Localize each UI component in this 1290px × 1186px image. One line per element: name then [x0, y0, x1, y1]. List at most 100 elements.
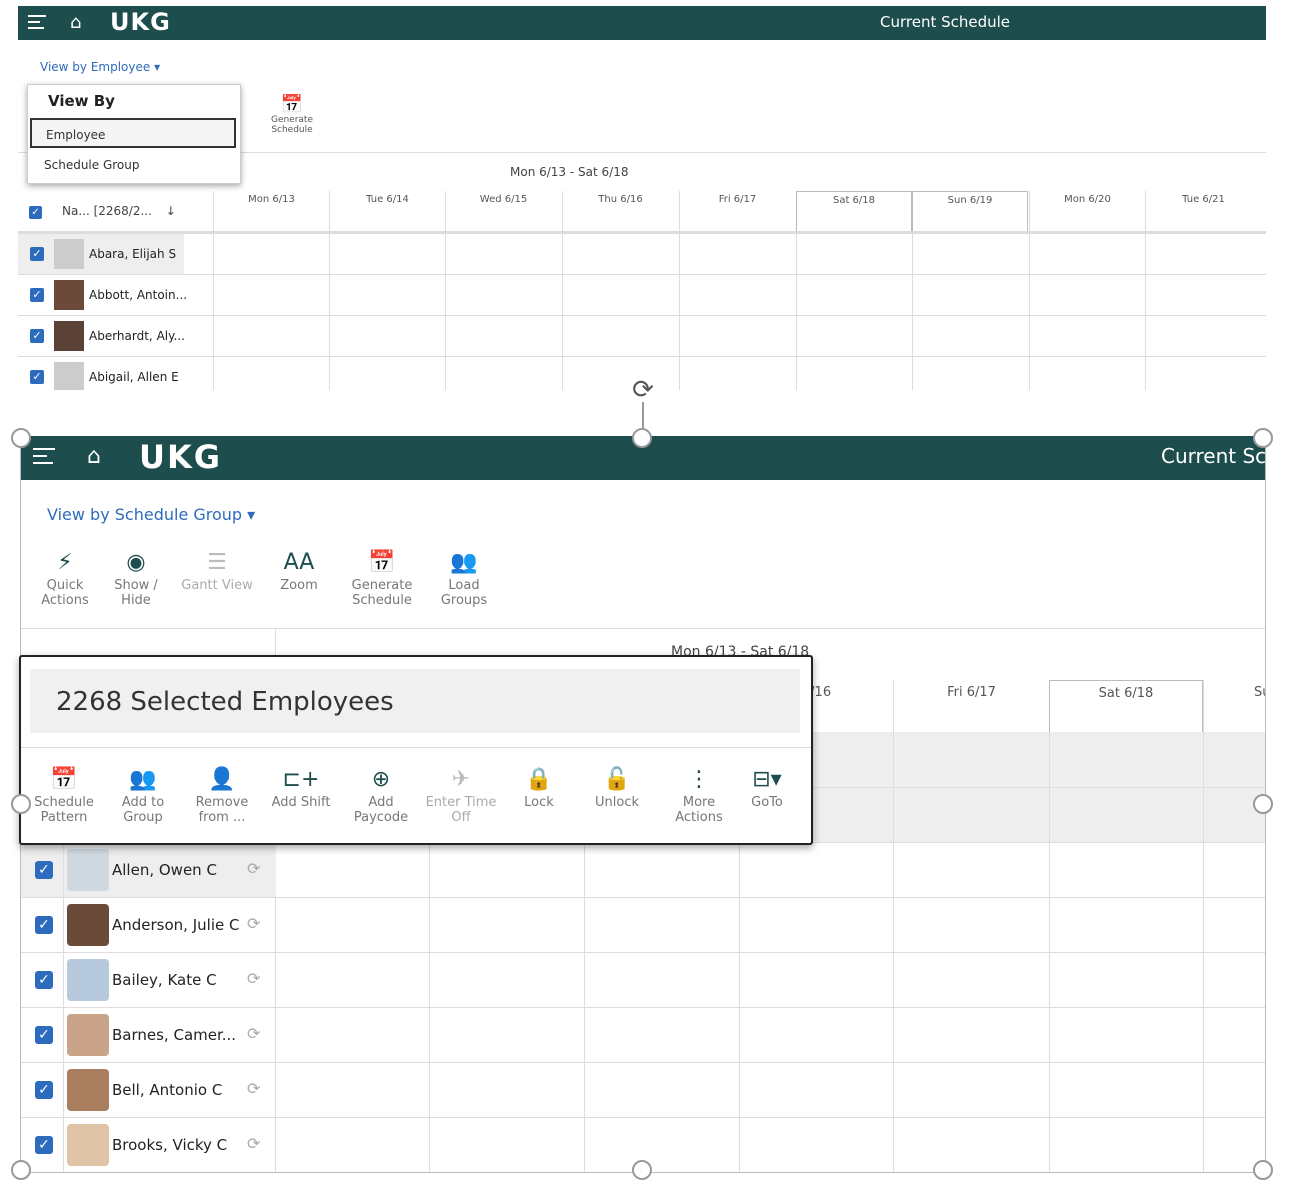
dropdown-option-schedule-group[interactable]: Schedule Group	[30, 150, 236, 180]
employee-name[interactable]: Abigail, Allen E	[89, 370, 179, 384]
rotate-handle-icon[interactable]: ⟳	[628, 375, 658, 405]
grid-line	[213, 233, 214, 390]
day-column-header[interactable]: Fri 6/17	[679, 191, 795, 231]
sort-arrow-icon[interactable]: ↓	[166, 204, 176, 218]
row-checkbox[interactable]: ✓	[35, 1136, 53, 1154]
employee-name[interactable]: Anderson, Julie C	[112, 916, 239, 934]
remove-from-group-button[interactable]: 👤 Remove from ...	[193, 765, 251, 825]
resize-handle-top-right[interactable]	[1253, 428, 1273, 448]
resize-handle-bottom[interactable]	[632, 1160, 652, 1180]
refresh-icon[interactable]: ⟳	[247, 1079, 260, 1098]
employee-name[interactable]: Aberhardt, Aly...	[89, 329, 185, 343]
add-to-group-button[interactable]: 👥 Add to Group	[115, 765, 171, 825]
name-column-header[interactable]: Na... [2268/2... ↓	[62, 204, 176, 218]
grid-line	[429, 842, 430, 1172]
refresh-icon[interactable]: ⟳	[247, 859, 260, 878]
day-column-header[interactable]: Thu 6/16	[562, 191, 678, 231]
employee-name[interactable]: Bell, Antonio C	[112, 1081, 222, 1099]
more-actions-button[interactable]: ⋮ More Actions	[673, 765, 725, 825]
row-checkbox[interactable]: ✓	[35, 861, 53, 879]
row-checkbox[interactable]: ✓	[30, 370, 44, 384]
avatar	[67, 1069, 109, 1111]
action-label: Remove	[195, 795, 249, 810]
action-label: Add	[368, 795, 394, 810]
table-row[interactable]: ✓ Aberhardt, Aly...	[18, 315, 1266, 357]
quick-actions-button[interactable]: ⚡ Quick Actions	[39, 548, 91, 608]
avatar	[67, 849, 109, 891]
row-checkbox[interactable]: ✓	[30, 288, 44, 302]
gantt-view-button[interactable]: ☰ Gantt View	[181, 548, 253, 593]
home-icon[interactable]: ⌂	[87, 444, 101, 469]
add-paycode-button[interactable]: ⊕ Add Paycode	[353, 765, 409, 825]
select-all-checkbox[interactable]: ✓	[29, 206, 42, 219]
unlock-button[interactable]: 🔓 Unlock	[591, 765, 643, 810]
refresh-icon[interactable]: ⟳	[247, 914, 260, 933]
table-row[interactable]: ✓ Abbott, Antoin...	[18, 274, 1266, 316]
grid-line	[1145, 233, 1146, 390]
day-column-header[interactable]: Sat 6/18	[796, 191, 912, 231]
popup-divider	[21, 747, 811, 748]
table-row[interactable]: ✓ Allen, Owen C ⟳	[21, 842, 1265, 898]
day-column-header[interactable]: Wed 6/15	[445, 191, 561, 231]
row-checkbox[interactable]: ✓	[35, 971, 53, 989]
zoom-button[interactable]: AA Zoom	[277, 548, 321, 593]
dropdown-option-employee[interactable]: Employee	[30, 118, 236, 148]
action-label: from ...	[198, 810, 246, 825]
day-column-header[interactable]: Sun 6/19	[912, 191, 1028, 231]
table-row[interactable]: ✓ Bell, Antonio C ⟳	[21, 1062, 1265, 1118]
employee-name[interactable]: Abbott, Antoin...	[89, 288, 187, 302]
resize-handle-top-left[interactable]	[11, 428, 31, 448]
row-checkbox[interactable]: ✓	[30, 329, 44, 343]
day-column-header[interactable]: Mon 6/13	[213, 191, 329, 231]
show-hide-button[interactable]: ◉ Show / Hide	[111, 548, 161, 608]
refresh-icon[interactable]: ⟳	[247, 1134, 260, 1153]
action-label: Group	[123, 810, 163, 825]
table-row[interactable]: ✓ Abara, Elijah S	[18, 233, 1266, 275]
employee-name[interactable]: Abara, Elijah S	[89, 247, 176, 261]
load-groups-button[interactable]: 👥 Load Groups	[439, 548, 489, 608]
generate-schedule-button[interactable]: 📅 Generate Schedule	[266, 94, 318, 135]
resize-handle-bottom-right[interactable]	[1253, 1160, 1273, 1180]
row-checkbox[interactable]: ✓	[35, 916, 53, 934]
table-row[interactable]: ✓ Barnes, Camer... ⟳	[21, 1007, 1265, 1063]
table-row[interactable]: ✓ Anderson, Julie C ⟳	[21, 897, 1265, 953]
avatar	[54, 280, 84, 310]
day-column-header[interactable]: Su	[1203, 680, 1265, 732]
row-checkbox[interactable]: ✓	[35, 1026, 53, 1044]
refresh-icon[interactable]: ⟳	[247, 1024, 260, 1043]
action-label: Lock	[524, 795, 554, 810]
day-column-header[interactable]: Mon 6/20	[1029, 191, 1145, 231]
employee-name[interactable]: Allen, Owen C	[112, 861, 217, 879]
action-label: Add Shift	[271, 795, 331, 810]
employee-name[interactable]: Barnes, Camer...	[112, 1026, 236, 1044]
action-label: Schedule	[34, 795, 94, 810]
day-column-header[interactable]: Fri 6/17	[893, 680, 1049, 732]
resize-handle-left[interactable]	[11, 794, 31, 814]
enter-time-off-button[interactable]: ✈ Enter Time Off	[425, 765, 497, 825]
row-checkbox[interactable]: ✓	[30, 247, 44, 261]
day-column-header[interactable]: Sat 6/18	[1049, 680, 1203, 732]
hamburger-menu-icon[interactable]	[33, 448, 55, 469]
toolbar-label: Zoom	[280, 578, 318, 593]
hamburger-menu-icon[interactable]	[28, 15, 46, 33]
generate-schedule-button[interactable]: 📅 Generate Schedule	[349, 548, 415, 608]
zoom-text-icon: AA	[283, 550, 315, 575]
employee-name[interactable]: Bailey, Kate C	[112, 971, 217, 989]
table-row[interactable]: ✓ Bailey, Kate C ⟳	[21, 952, 1265, 1008]
home-icon[interactable]: ⌂	[70, 12, 81, 33]
goto-button[interactable]: ⊟▾ GoTo	[745, 765, 789, 810]
view-by-selector[interactable]: View by Schedule Group ▾	[47, 505, 255, 524]
resize-handle-bottom-left[interactable]	[11, 1160, 31, 1180]
resize-handle-top[interactable]	[632, 428, 652, 448]
generate-schedule-label: Generate Schedule	[270, 115, 314, 135]
lock-button[interactable]: 🔒 Lock	[517, 765, 561, 810]
resize-handle-right[interactable]	[1253, 794, 1273, 814]
row-checkbox[interactable]: ✓	[35, 1081, 53, 1099]
view-by-selector[interactable]: View by Employee ▾	[40, 60, 160, 74]
add-shift-button[interactable]: ⊏+ Add Shift	[271, 765, 331, 810]
day-column-header[interactable]: Tue 6/14	[329, 191, 445, 231]
schedule-pattern-button[interactable]: 📅 Schedule Pattern	[33, 765, 95, 825]
day-column-header[interactable]: Tue 6/21	[1145, 191, 1261, 231]
employee-name[interactable]: Brooks, Vicky C	[112, 1136, 227, 1154]
refresh-icon[interactable]: ⟳	[247, 969, 260, 988]
